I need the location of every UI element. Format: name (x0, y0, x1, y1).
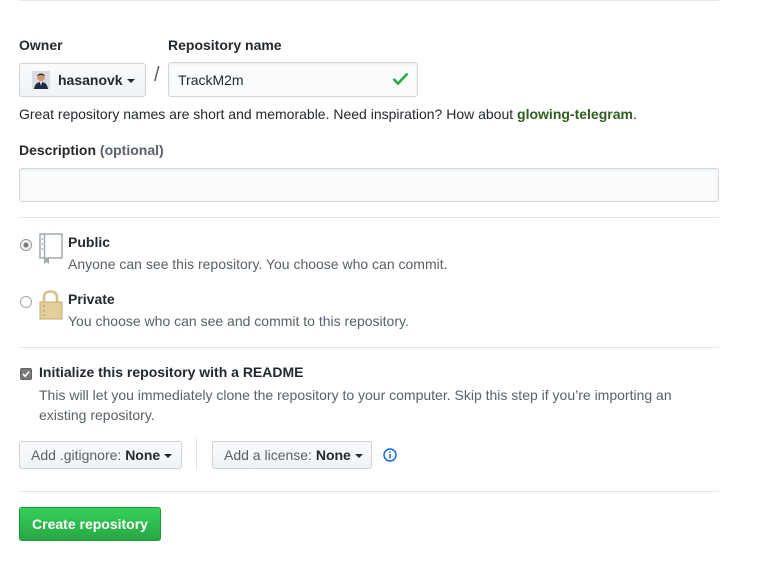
divider (19, 217, 719, 218)
owner-value: hasanovk (58, 72, 123, 88)
gitignore-select[interactable]: Add .gitignore: None (19, 441, 182, 469)
gitignore-prefix: Add .gitignore: (31, 447, 122, 463)
check-icon (392, 71, 409, 89)
chevron-down-icon (126, 79, 135, 83)
public-title: Public (68, 234, 111, 250)
description-label: Description (optional) (19, 142, 164, 158)
owner-repo-separator: / (154, 64, 160, 86)
repo-icon (38, 233, 64, 268)
gitignore-value: None (125, 447, 161, 463)
name-suggestion-link[interactable]: glowing-telegram (517, 106, 633, 122)
optional-tag: (optional) (99, 142, 164, 158)
private-description: You choose who can see and commit to thi… (68, 313, 409, 329)
license-select[interactable]: Add a license: None (212, 441, 372, 469)
description-input[interactable] (19, 168, 719, 202)
divider (19, 491, 719, 492)
owner-select[interactable]: hasanovk (19, 63, 146, 97)
license-prefix: Add a license: (224, 447, 312, 463)
info-icon[interactable] (383, 448, 397, 465)
avatar (32, 71, 50, 89)
top-divider (19, 0, 719, 1)
readme-checkbox[interactable] (20, 368, 32, 380)
owner-label: Owner (19, 37, 63, 53)
readme-description: This will let you immediately clone the … (39, 387, 672, 423)
readme-title: Initialize this repository with a README (39, 364, 304, 380)
lock-icon (38, 289, 64, 324)
license-value: None (315, 447, 351, 463)
chevron-down-icon (164, 454, 173, 458)
create-repository-button[interactable]: Create repository (19, 507, 161, 541)
private-radio[interactable] (20, 296, 32, 308)
vertical-separator (196, 438, 197, 470)
public-description: Anyone can see this repository. You choo… (68, 256, 448, 272)
name-hint: Great repository names are short and mem… (19, 106, 637, 122)
divider (19, 347, 719, 348)
chevron-down-icon (354, 454, 363, 458)
repo-name-input[interactable] (168, 62, 418, 97)
public-radio[interactable] (20, 239, 32, 251)
private-title: Private (68, 291, 115, 307)
repo-name-label: Repository name (168, 37, 282, 53)
